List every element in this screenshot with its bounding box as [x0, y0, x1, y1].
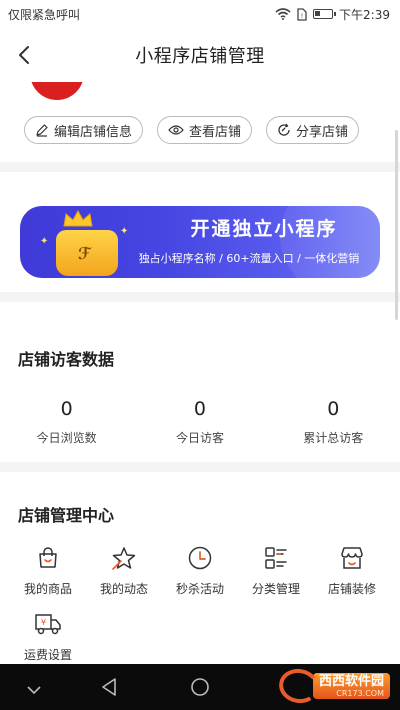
stat-value: 0 [60, 398, 73, 420]
stat-today-views: 0 今日浏览数 [0, 398, 133, 446]
share-store-button[interactable]: 分享店铺 [266, 116, 360, 144]
visitor-stats-card: 店铺访客数据 0 今日浏览数 0 今日访客 0 累计总访客 [0, 302, 400, 462]
management-title: 店铺管理中心 [18, 506, 115, 525]
management-grid: 我的商品 我的动态 秒杀活动 分类管理 店铺装修 ¥ 运费设置 [0, 544, 400, 664]
status-bar: 仅限紧急呼叫 ! 下午2:39 [0, 0, 400, 28]
stat-value: 0 [327, 398, 340, 420]
back-button[interactable] [12, 42, 36, 68]
clock-text: 下午2:39 [339, 7, 390, 22]
scrollbar[interactable] [395, 130, 398, 320]
watermark-logo-icon [276, 665, 322, 707]
star-icon [110, 544, 138, 572]
my-products-item[interactable]: 我的商品 [10, 544, 86, 610]
content-scroll-area[interactable]: 编辑店铺信息 查看店铺 分享店铺 ℱ ✦ ✦ 开通独立小程序 独占小程序名称 /… [0, 82, 400, 664]
category-list-icon [262, 544, 290, 572]
watermark-brand: 西西软件园 [318, 673, 384, 689]
edit-store-info-label: 编辑店铺信息 [54, 124, 133, 140]
back-triangle-icon[interactable] [100, 677, 118, 701]
svg-text:!: ! [301, 13, 303, 20]
system-nav-bar: 西西软件园 CR173.COM [0, 664, 400, 710]
carrier-text: 仅限紧急呼叫 [8, 7, 81, 22]
battery-icon [313, 9, 337, 19]
crown-icon [63, 210, 93, 227]
grid-item-label: 分类管理 [251, 582, 300, 596]
status-icons: ! 下午2:39 [275, 6, 390, 23]
shopping-bag-illustration: ℱ [56, 230, 118, 276]
section-divider [0, 462, 400, 472]
clock-icon [186, 544, 214, 572]
grid-item-label: 店铺装修 [327, 582, 376, 596]
open-miniprogram-banner[interactable]: ℱ ✦ ✦ 开通独立小程序 独占小程序名称 / 60+流量入口 / 一体化营销 [20, 206, 380, 278]
shopping-bag-icon [34, 544, 62, 572]
edit-store-info-button[interactable]: 编辑店铺信息 [24, 116, 144, 144]
store-avatar[interactable] [30, 82, 84, 100]
stat-value: 0 [193, 398, 207, 420]
sim-icon: ! [297, 7, 307, 21]
grid-item-label: 秒杀活动 [175, 582, 224, 596]
flash-sale-item[interactable]: 秒杀活动 [162, 544, 238, 610]
svg-text:¥: ¥ [41, 618, 46, 627]
banner-title: 开通独立小程序 [190, 218, 338, 240]
stat-label: 累计总访客 [303, 431, 364, 445]
share-store-label: 分享店铺 [296, 124, 349, 140]
store-decoration-item[interactable]: 店铺装修 [314, 544, 390, 610]
store-header-card: 编辑店铺信息 查看店铺 分享店铺 [0, 82, 400, 162]
view-store-button[interactable]: 查看店铺 [157, 116, 253, 144]
watermark-badge: 西西软件园 CR173.COM [312, 673, 390, 699]
eye-icon [168, 125, 184, 135]
grid-item-label: 运费设置 [23, 648, 72, 662]
chevron-down-icon[interactable] [26, 680, 42, 699]
grid-item-label: 我的商品 [23, 582, 72, 596]
site-watermark: 西西软件园 CR173.COM [276, 665, 390, 707]
category-management-item[interactable]: 分类管理 [238, 544, 314, 610]
shipping-settings-item[interactable]: ¥ 运费设置 [10, 610, 86, 664]
grid-item-label: 我的动态 [99, 582, 148, 596]
store-management-card: 店铺管理中心 我的商品 我的动态 秒杀活动 分类管理 店铺装修 ¥ 运费设置 [0, 472, 400, 664]
section-divider [0, 292, 400, 302]
stat-today-visitors: 0 今日访客 [133, 398, 266, 446]
share-icon [278, 123, 290, 136]
view-store-label: 查看店铺 [189, 124, 242, 140]
page-title: 小程序店铺管理 [135, 46, 265, 67]
sparkle-icon: ✦ [40, 236, 49, 247]
banner-card: ℱ ✦ ✦ 开通独立小程序 独占小程序名称 / 60+流量入口 / 一体化营销 [0, 172, 400, 292]
edit-icon [36, 124, 48, 137]
chevron-left-icon [19, 46, 29, 64]
my-feed-item[interactable]: 我的动态 [86, 544, 162, 610]
stat-label: 今日浏览数 [36, 431, 97, 445]
visitor-stats-row: 0 今日浏览数 0 今日访客 0 累计总访客 [0, 398, 400, 446]
nav-bar: 小程序店铺管理 [0, 28, 400, 82]
miniprogram-logo-icon: ℱ [78, 244, 91, 263]
visitor-stats-title: 店铺访客数据 [18, 350, 115, 369]
home-circle-icon[interactable] [190, 677, 210, 701]
section-divider [0, 162, 400, 172]
sparkle-icon: ✦ [120, 226, 129, 237]
banner-subtitle: 独占小程序名称 / 60+流量入口 / 一体化营销 [138, 252, 360, 265]
storefront-icon [338, 544, 366, 572]
stat-total-visitors: 0 累计总访客 [267, 398, 400, 446]
watermark-domain: CR173.COM [336, 688, 384, 698]
store-action-row: 编辑店铺信息 查看店铺 分享店铺 [24, 116, 360, 144]
wifi-icon [275, 8, 291, 20]
delivery-truck-icon: ¥ [34, 610, 62, 638]
stat-label: 今日访客 [175, 431, 224, 445]
